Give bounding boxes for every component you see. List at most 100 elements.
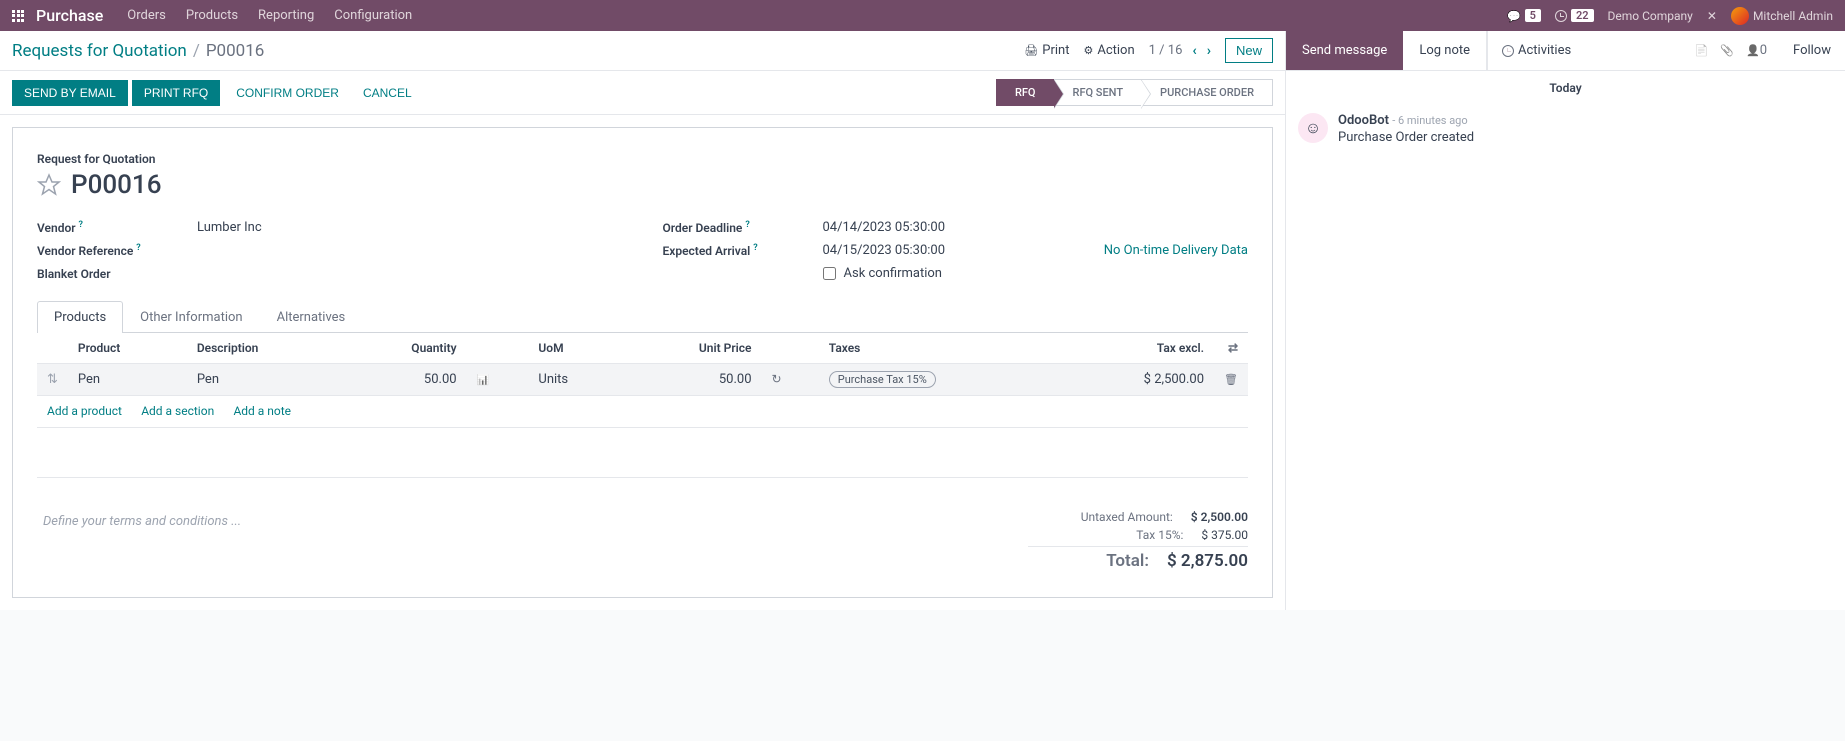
priority-star[interactable] xyxy=(37,173,61,197)
tax-value: $ 375.00 xyxy=(1201,528,1248,542)
cell-taxes[interactable]: Purchase Tax 15% xyxy=(819,364,1061,396)
control-panel: Requests for Quotation / P00016 Print Ac… xyxy=(0,31,1285,71)
nav-products[interactable]: Products xyxy=(186,8,238,23)
th-description: Description xyxy=(187,333,342,364)
untaxed-value: $ 2,500.00 xyxy=(1191,510,1248,524)
nav-orders[interactable]: Orders xyxy=(127,8,166,23)
untaxed-label: Untaxed Amount: xyxy=(1028,510,1191,524)
deadline-label: Order Deadline ? xyxy=(663,220,823,235)
tab-alternatives[interactable]: Alternatives xyxy=(260,301,363,333)
send-message-button[interactable]: Send message xyxy=(1286,31,1403,70)
th-uom: UoM xyxy=(528,333,623,364)
th-unit-price: Unit Price xyxy=(623,333,761,364)
messaging-button[interactable]: 5 xyxy=(1507,9,1541,23)
status-rfq-sent[interactable]: RFQ SENT xyxy=(1054,79,1142,106)
app-brand[interactable]: Purchase xyxy=(36,6,103,25)
tab-other-information[interactable]: Other Information xyxy=(123,301,259,333)
cell-unit-price[interactable]: 50.00 xyxy=(623,364,761,396)
avatar xyxy=(1731,7,1749,25)
tab-products[interactable]: Products xyxy=(37,301,123,333)
refresh-price-icon[interactable] xyxy=(772,372,782,387)
deadline-field[interactable]: 04/14/2023 05:30:00 xyxy=(823,220,946,235)
clock-icon xyxy=(1502,45,1514,57)
add-section-link[interactable]: Add a section xyxy=(141,404,214,418)
send-by-email-button[interactable]: SEND BY EMAIL xyxy=(12,80,128,106)
add-product-link[interactable]: Add a product xyxy=(47,404,122,418)
forecast-icon[interactable] xyxy=(477,372,489,387)
status-bar: RFQ RFQ SENT PURCHASE ORDER xyxy=(996,79,1273,106)
delete-row-icon[interactable] xyxy=(1224,372,1238,387)
status-rfq[interactable]: RFQ xyxy=(996,79,1054,106)
blanket-label: Blanket Order xyxy=(37,267,197,281)
cell-uom[interactable]: Units xyxy=(528,364,623,396)
chatter-panel: Send message Log note Activities 0 Follo… xyxy=(1285,31,1845,610)
message-avatar: ☺ xyxy=(1298,113,1328,143)
top-navbar: Purchase Orders Products Reporting Confi… xyxy=(0,0,1845,31)
ontime-delivery-link[interactable]: No On-time Delivery Data xyxy=(1104,243,1248,258)
cell-tax-excl: $ 2,500.00 xyxy=(1061,364,1214,396)
th-taxes: Taxes xyxy=(819,333,1061,364)
table-row[interactable]: ⇅ Pen Pen 50.00 Units 50.00 Purchase Tax… xyxy=(37,364,1248,396)
nav-reporting[interactable]: Reporting xyxy=(258,8,314,23)
columns-settings-icon[interactable] xyxy=(1228,341,1238,355)
cell-product[interactable]: Pen xyxy=(68,364,187,396)
form-sheet: Request for Quotation P00016 Vendor ? Lu… xyxy=(12,127,1273,598)
document-number: P00016 xyxy=(71,170,161,200)
attachment-icon[interactable] xyxy=(1720,43,1734,58)
pager-count[interactable]: 1 / 16 xyxy=(1149,43,1183,58)
gear-icon xyxy=(1083,43,1093,58)
activities-button[interactable]: Activities xyxy=(1487,31,1585,70)
activities-button[interactable]: 22 xyxy=(1555,9,1594,22)
person-icon xyxy=(1746,43,1760,58)
th-tax-excl: Tax excl. xyxy=(1061,333,1214,364)
terms-conditions-field[interactable]: Define your terms and conditions ... xyxy=(37,508,1028,573)
breadcrumb-root[interactable]: Requests for Quotation xyxy=(12,41,187,61)
th-quantity: Quantity xyxy=(342,333,466,364)
pager-prev[interactable]: ‹ xyxy=(1192,43,1196,59)
th-product: Product xyxy=(68,333,187,364)
print-dropdown[interactable]: Print xyxy=(1024,43,1069,58)
action-bar: SEND BY EMAIL PRINT RFQ CONFIRM ORDER CA… xyxy=(0,71,1285,115)
breadcrumb: Requests for Quotation / P00016 xyxy=(12,41,264,61)
wrench-icon xyxy=(1707,9,1717,23)
chatter-message: ☺ OdooBot - 6 minutes ago Purchase Order… xyxy=(1286,105,1845,153)
total-label: Total: xyxy=(1028,551,1167,571)
vendor-field[interactable]: Lumber Inc xyxy=(197,220,262,235)
log-note-button[interactable]: Log note xyxy=(1403,31,1487,70)
attachment-doc-icon[interactable] xyxy=(1695,43,1709,58)
add-note-link[interactable]: Add a note xyxy=(233,404,291,418)
company-selector[interactable]: Demo Company xyxy=(1608,9,1693,23)
chatter-date-separator: Today xyxy=(1286,71,1845,105)
debug-menu[interactable] xyxy=(1707,9,1717,23)
print-icon xyxy=(1024,43,1038,58)
drag-handle[interactable]: ⇅ xyxy=(37,364,68,396)
cell-quantity[interactable]: 50.00 xyxy=(342,364,466,396)
user-menu[interactable]: Mitchell Admin xyxy=(1731,7,1833,25)
vendor-ref-label: Vendor Reference ? xyxy=(37,243,197,258)
breadcrumb-current: P00016 xyxy=(206,41,265,61)
pager: 1 / 16 ‹ › xyxy=(1149,43,1211,59)
print-rfq-button[interactable]: PRINT RFQ xyxy=(132,80,220,106)
status-purchase-order[interactable]: PURCHASE ORDER xyxy=(1141,79,1273,106)
followers-button[interactable]: 0 xyxy=(1746,43,1767,58)
vendor-label: Vendor ? xyxy=(37,220,197,235)
message-author[interactable]: OdooBot xyxy=(1338,113,1389,128)
confirm-order-button[interactable]: CONFIRM ORDER xyxy=(224,80,351,106)
follow-button[interactable]: Follow xyxy=(1779,31,1845,70)
pager-next[interactable]: › xyxy=(1207,43,1211,59)
ask-confirmation-label: Ask confirmation xyxy=(844,266,943,281)
tax-label: Tax 15%: xyxy=(1028,528,1201,542)
cell-description[interactable]: Pen xyxy=(187,364,342,396)
action-dropdown[interactable]: Action xyxy=(1083,43,1134,58)
apps-icon[interactable] xyxy=(12,10,24,22)
total-value: $ 2,875.00 xyxy=(1167,551,1248,571)
nav-configuration[interactable]: Configuration xyxy=(334,8,412,23)
ask-confirmation-checkbox[interactable] xyxy=(823,267,836,280)
order-lines-table: Product Description Quantity UoM Unit Pr… xyxy=(37,333,1248,478)
new-button[interactable]: New xyxy=(1225,38,1273,63)
cancel-button[interactable]: CANCEL xyxy=(351,80,424,106)
message-time: - 6 minutes ago xyxy=(1392,114,1467,127)
arrival-label: Expected Arrival ? xyxy=(663,243,823,258)
arrival-field[interactable]: 04/15/2023 05:30:00 xyxy=(823,243,946,258)
notebook-tabs: Products Other Information Alternatives xyxy=(37,301,1248,333)
